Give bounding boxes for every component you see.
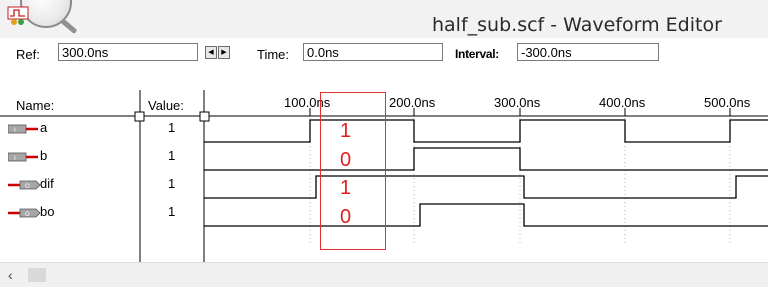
- interval-label: Interval:: [455, 47, 499, 61]
- ref-field[interactable]: 300.0ns: [58, 43, 198, 61]
- window-title: half_sub.scf - Waveform Editor: [432, 14, 722, 36]
- next-transition-button[interactable]: ▶: [218, 46, 230, 59]
- scroll-thumb[interactable]: [28, 268, 46, 282]
- toolbar: Ref: 300.0ns ◀ ▶ Time: 0.0ns Interval: -…: [0, 38, 768, 68]
- waveform-a: [204, 119, 768, 143]
- title-bar: half_sub.scf - Waveform Editor: [0, 0, 768, 38]
- waveform-app-icon: [7, 6, 29, 25]
- annotation-value: 1: [340, 177, 352, 199]
- signal-value: 1: [168, 176, 176, 191]
- highlight-box: [320, 92, 386, 250]
- signal-name[interactable]: a: [40, 120, 47, 135]
- signal-name[interactable]: dif: [40, 176, 54, 191]
- waveform-dif: [204, 175, 768, 199]
- output-pin-icon: O: [8, 208, 41, 218]
- svg-text:O: O: [25, 211, 30, 218]
- magnifier-handle: [60, 18, 78, 34]
- annotation-value: 1: [340, 120, 352, 142]
- waveform-b: [204, 147, 768, 171]
- chevron-left-icon[interactable]: ‹: [8, 267, 13, 283]
- svg-text:O: O: [25, 183, 30, 190]
- input-pin-icon: I: [8, 152, 38, 162]
- interval-field[interactable]: -300.0ns: [517, 43, 659, 61]
- input-pin-icon: I: [8, 124, 38, 134]
- prev-transition-button[interactable]: ◀: [205, 46, 217, 59]
- signal-value: 1: [168, 204, 176, 219]
- waveform-bo: [204, 203, 768, 227]
- signal-name[interactable]: b: [40, 148, 47, 163]
- signal-value: 1: [168, 148, 176, 163]
- output-pin-icon: O: [8, 180, 41, 190]
- annotation-value: 0: [340, 206, 352, 228]
- signal-name[interactable]: bo: [40, 204, 54, 219]
- svg-text:I: I: [14, 155, 16, 162]
- time-label: Time:: [257, 47, 290, 62]
- time-field[interactable]: 0.0ns: [303, 43, 443, 61]
- svg-text:I: I: [14, 127, 16, 134]
- annotation-value: 0: [340, 149, 352, 171]
- horizontal-scrollbar[interactable]: ‹: [0, 262, 768, 287]
- ref-label: Ref:: [16, 47, 40, 62]
- signal-value: 1: [168, 120, 176, 135]
